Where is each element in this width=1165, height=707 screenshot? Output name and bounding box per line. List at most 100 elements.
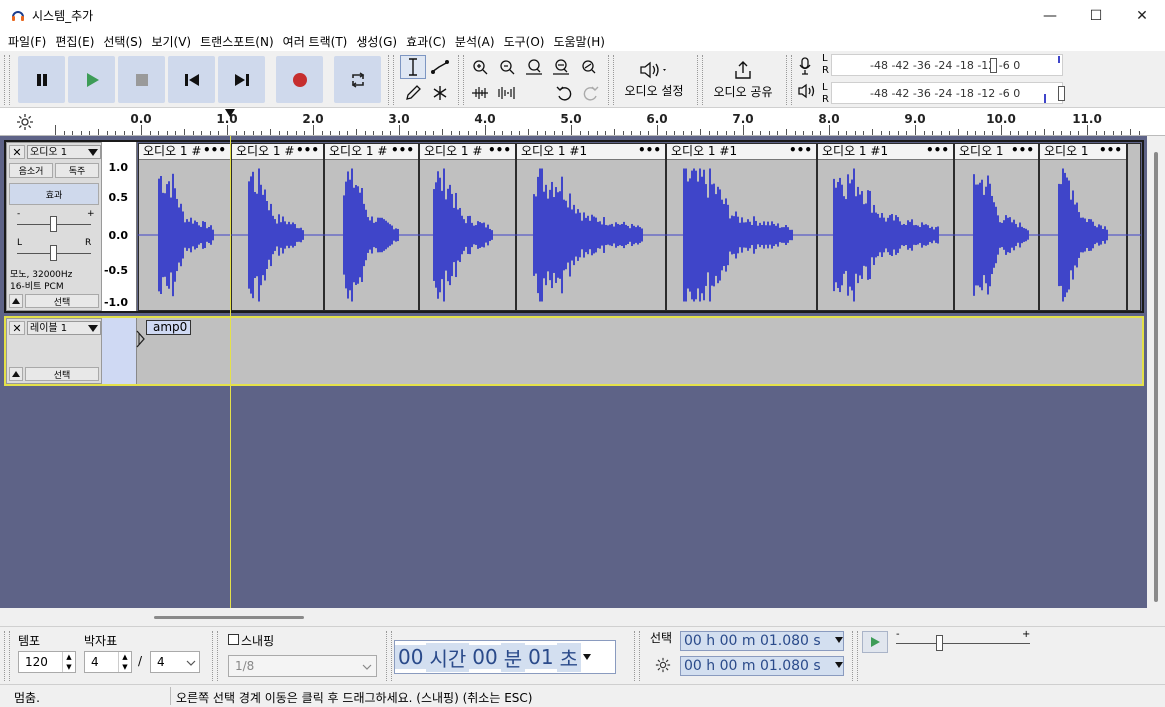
draw-tool[interactable] [400, 81, 426, 105]
playback-speaker-icon[interactable] [797, 83, 817, 99]
clip-menu-button[interactable]: ••• [391, 144, 414, 157]
zoom-out-button[interactable] [494, 55, 520, 79]
clip-menu-button[interactable]: ••• [638, 144, 661, 157]
gear-icon[interactable] [655, 657, 671, 673]
time-display[interactable]: 00 시간 00 분 01 초 [394, 640, 616, 674]
label-track-name-menu[interactable]: 레이블 1 [27, 321, 101, 335]
menu-effect[interactable]: 효과(C) [402, 33, 451, 50]
clip-menu-button[interactable]: ••• [789, 144, 812, 157]
collapse-label-track-button[interactable] [9, 367, 23, 381]
label-amp0[interactable]: amp0 [146, 320, 191, 335]
collapse-track-button[interactable] [9, 294, 23, 308]
tempo-spinner-icon[interactable]: ▲ ▼ [62, 652, 75, 672]
selection-end-display[interactable]: 00 h 00 m 01.080 s [680, 656, 844, 676]
speed-slider[interactable] [936, 635, 943, 651]
record-button[interactable] [276, 56, 323, 103]
horizontal-scroll-thumb[interactable] [154, 616, 304, 619]
menu-view[interactable]: 보기(V) [147, 33, 196, 50]
loop-button[interactable] [334, 56, 381, 103]
pan-slider[interactable] [50, 245, 57, 261]
snap-checkbox[interactable] [228, 634, 239, 645]
playback-meter[interactable]: -48 -42 -36 -24 -18 -12 -6 0 [831, 82, 1065, 104]
horizontal-scrollbar[interactable] [0, 608, 1165, 626]
toolbar-grip[interactable] [386, 631, 392, 681]
toolbar-grip[interactable] [852, 631, 858, 681]
selection-start-display[interactable]: 00 h 00 m 01.080 s [680, 631, 844, 651]
record-level-slider[interactable] [990, 58, 997, 73]
multi-tool[interactable] [427, 81, 453, 105]
effects-button[interactable]: 효과 [9, 183, 99, 205]
time-signature-denominator-select[interactable]: 4 [150, 651, 200, 673]
zoom-toggle-button[interactable] [575, 55, 601, 79]
toolbar-grip[interactable] [4, 55, 10, 105]
silence-audio-button[interactable] [494, 81, 520, 105]
playback-level-slider[interactable] [1058, 86, 1065, 101]
redo-button[interactable] [578, 81, 604, 105]
amplitude-scale[interactable]: 1.0 0.5 0.0 -0.5 -1.0 [102, 142, 137, 311]
timeline-ruler[interactable]: 0.0 1.0 2.0 3.0 4.0 5.0 6.0 7.0 8.0 9.0 … [0, 108, 1165, 136]
fit-project-button[interactable] [548, 55, 574, 79]
pause-button[interactable] [18, 56, 65, 103]
play-at-speed-button[interactable] [862, 631, 888, 653]
maximize-button[interactable]: ☐ [1073, 0, 1119, 31]
close-track-icon[interactable]: ✕ [9, 145, 25, 159]
clip-menu-button[interactable]: ••• [296, 144, 319, 157]
toolbar-grip[interactable] [634, 631, 640, 681]
close-window-button[interactable]: ✕ [1119, 0, 1165, 31]
vertical-scroll-thumb[interactable] [1154, 152, 1158, 602]
toolbar-grip[interactable] [697, 55, 703, 105]
zoom-in-button[interactable] [467, 55, 493, 79]
menu-select[interactable]: 선택(S) [99, 33, 147, 50]
chevron-down-icon[interactable] [835, 662, 843, 668]
select-track-button[interactable]: 선택 [25, 294, 99, 308]
trim-audio-button[interactable] [467, 81, 493, 105]
playhead-marker-icon[interactable] [224, 108, 236, 118]
minimize-button[interactable]: — [1027, 0, 1073, 31]
toolbar-grip[interactable] [608, 55, 614, 105]
time-format-dropdown-icon[interactable] [582, 654, 591, 660]
toolbar-grip[interactable] [4, 631, 10, 681]
play-button[interactable] [68, 56, 115, 103]
record-meter[interactable]: -48 -42 -36 -24 -18 -12 -6 0 [831, 54, 1063, 76]
clip-menu-button[interactable]: ••• [488, 144, 511, 157]
mute-button[interactable]: 음소거 [9, 163, 53, 178]
stop-button[interactable] [118, 56, 165, 103]
clip-menu-button[interactable]: ••• [1099, 144, 1122, 157]
track-name-menu[interactable]: 오디오 1 [27, 145, 101, 159]
toolbar-grip[interactable] [388, 55, 394, 105]
skip-to-start-button[interactable] [168, 56, 215, 103]
gear-icon[interactable] [16, 113, 34, 131]
audio-setup-button[interactable]: 오디오 설정 [618, 55, 690, 105]
menu-tools[interactable]: 도구(O) [500, 33, 550, 50]
clip-menu-button[interactable]: ••• [203, 144, 226, 157]
clip-menu-button[interactable]: ••• [1011, 144, 1034, 157]
envelope-tool[interactable] [427, 55, 453, 79]
menu-edit[interactable]: 편집(E) [51, 33, 99, 50]
toolbar-grip[interactable] [212, 631, 218, 681]
toolbar-grip[interactable] [458, 55, 464, 105]
gain-slider[interactable] [50, 216, 57, 232]
undo-button[interactable] [551, 81, 577, 105]
select-label-track-button[interactable]: 선택 [25, 367, 99, 381]
toolbar-grip[interactable] [786, 55, 792, 105]
vertical-scrollbar[interactable] [1147, 136, 1165, 608]
fit-selection-button[interactable] [521, 55, 547, 79]
menu-generate[interactable]: 생성(G) [352, 33, 402, 50]
clip-menu-button[interactable]: ••• [926, 144, 949, 157]
close-label-track-icon[interactable]: ✕ [9, 321, 25, 335]
label-anchor-icon[interactable] [136, 330, 146, 348]
selection-tool[interactable] [400, 55, 426, 79]
menu-transport[interactable]: 트랜스포트(N) [196, 33, 279, 50]
timesig-spinner-icon[interactable]: ▲ ▼ [118, 652, 131, 672]
menu-tracks[interactable]: 여러 트랙(T) [279, 33, 353, 50]
snap-resolution-select[interactable]: 1/8 [228, 655, 377, 677]
menu-help[interactable]: 도움말(H) [549, 33, 610, 50]
share-audio-button[interactable]: 오디오 공유 [706, 55, 780, 105]
solo-button[interactable]: 독주 [55, 163, 99, 178]
menu-file[interactable]: 파일(F) [4, 33, 51, 50]
skip-to-end-button[interactable] [218, 56, 265, 103]
menu-analyze[interactable]: 분석(A) [451, 33, 500, 50]
microphone-icon[interactable] [797, 57, 813, 75]
chevron-down-icon[interactable] [835, 637, 843, 643]
waveform[interactable] [138, 159, 1141, 311]
